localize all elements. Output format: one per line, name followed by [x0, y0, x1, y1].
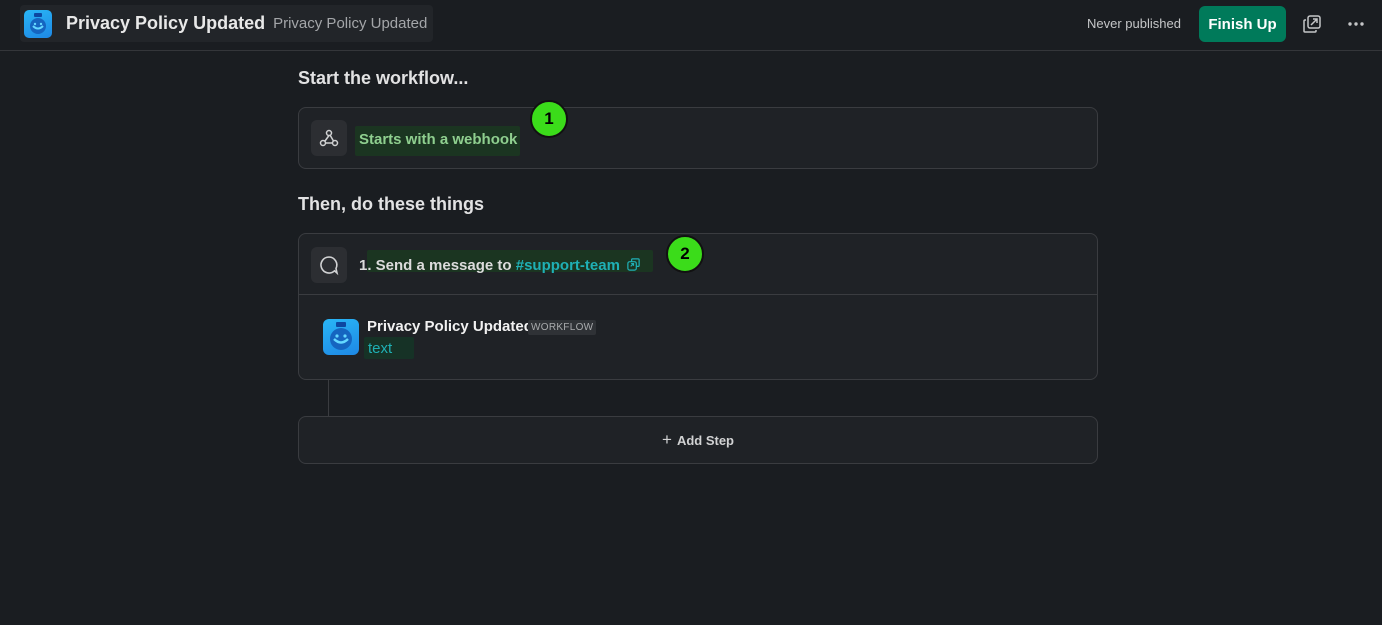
workflow-title: Privacy Policy Updated	[66, 13, 266, 33]
step-badge-1: 1	[530, 100, 568, 138]
channel-name[interactable]: support-team	[524, 257, 620, 274]
message-bubble-icon	[311, 247, 347, 283]
message-text-variable[interactable]: text	[368, 340, 392, 357]
open-preview-icon[interactable]	[1298, 10, 1326, 38]
step-label: 1. Send a message to #support-team	[359, 257, 641, 274]
workflow-subtitle: Privacy Policy Updated	[273, 15, 428, 32]
more-horizontal-icon[interactable]	[1342, 10, 1370, 38]
workflow-tag: WORKFLOW	[528, 320, 597, 335]
step-badge-2: 2	[666, 235, 704, 273]
sender-avatar	[323, 319, 359, 355]
step-action-text: 1. Send a message to	[359, 257, 512, 274]
webhook-icon	[311, 120, 347, 156]
add-step-button[interactable]: + Add Step	[298, 416, 1098, 464]
workflow-robot-icon	[24, 9, 52, 38]
shared-channel-icon	[627, 258, 640, 271]
workflow-title-group[interactable]: Privacy Policy Updated Privacy Policy Up…	[20, 5, 434, 42]
message-sender-name: Privacy Policy Updated	[367, 318, 533, 335]
steps-heading: Then, do these things	[298, 194, 485, 214]
trigger-heading: Start the workflow...	[298, 68, 469, 88]
top-bar: Privacy Policy Updated Privacy Policy Up…	[0, 0, 1382, 51]
plus-icon: +	[662, 429, 672, 449]
trigger-label[interactable]: Starts with a webhook	[359, 131, 517, 148]
add-step-label: Add Step	[676, 432, 734, 448]
finish-up-button[interactable]: Finish Up	[1199, 6, 1286, 42]
channel-hash-icon: #	[515, 257, 525, 274]
publish-status: Never published	[1087, 16, 1181, 31]
trigger-card[interactable]: Starts with a webhook	[298, 107, 1098, 169]
step-connector-line	[328, 380, 329, 416]
